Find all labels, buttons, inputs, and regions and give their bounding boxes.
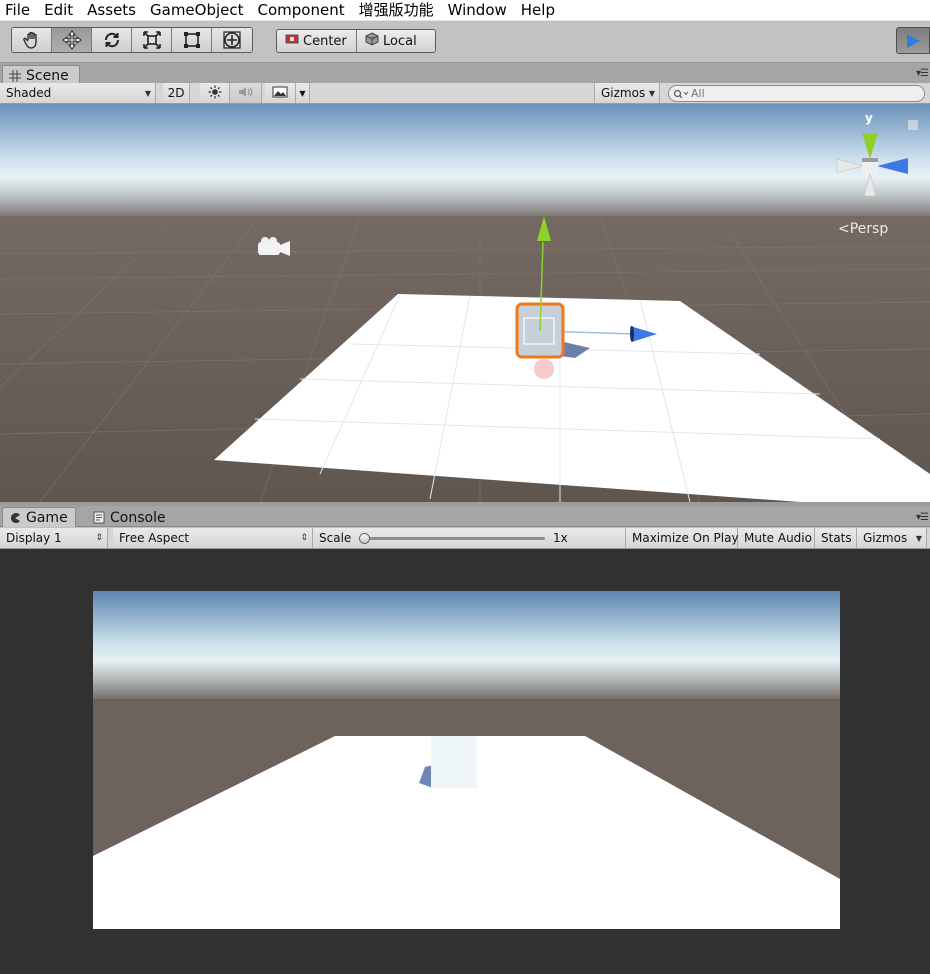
- menu-component[interactable]: Component: [251, 0, 352, 20]
- scene-sky: [0, 104, 930, 222]
- scene-tab-strip: Scene ▾☰: [0, 63, 930, 85]
- pacman-icon: [9, 512, 21, 524]
- play-icon: [907, 33, 920, 48]
- scale-value: 1x: [553, 531, 568, 545]
- image-effects-icon: [272, 86, 288, 101]
- menu-bar: File Edit Assets GameObject Component 增强…: [0, 0, 930, 21]
- pivot-center-label: Center: [303, 33, 347, 49]
- shading-mode-dropdown[interactable]: Shaded ▼: [0, 83, 156, 103]
- projection-toggle[interactable]: <Persp: [838, 221, 888, 237]
- scale-label: Scale: [319, 531, 352, 545]
- effects-dropdown[interactable]: ▼: [296, 83, 310, 103]
- display-value: Display 1: [6, 531, 62, 545]
- scale-icon: [142, 31, 161, 49]
- sun-icon: [208, 85, 222, 102]
- tab-console[interactable]: Console: [86, 507, 172, 527]
- grid-icon: [9, 69, 21, 82]
- projection-label: Persp: [849, 221, 889, 237]
- game-gizmos-label: Gizmos: [863, 531, 908, 545]
- play-button[interactable]: [896, 27, 930, 54]
- pivot-toggle-group: Center Local: [276, 29, 436, 53]
- pivot-local-button[interactable]: Local: [357, 30, 435, 52]
- scene-search-placeholder: All: [691, 87, 705, 100]
- stats-label: Stats: [821, 531, 852, 545]
- dropdown-arrow-icon: ▼: [299, 88, 306, 98]
- panel-menu-icon[interactable]: ▾☰: [916, 68, 929, 79]
- toggle-2d-label: 2D: [167, 86, 185, 100]
- mute-audio-label: Mute Audio: [744, 531, 812, 545]
- scene-canvas: [0, 104, 930, 502]
- dropdown-arrow-icon: ▼: [144, 88, 151, 98]
- persp-chevron-icon: <: [838, 221, 850, 237]
- lock-icon[interactable]: [908, 120, 918, 130]
- local-space-icon: [365, 32, 379, 50]
- scene-search-input[interactable]: All: [668, 85, 925, 102]
- menu-enhanced-features[interactable]: 增强版功能: [352, 0, 441, 20]
- stats-toggle[interactable]: Stats: [815, 528, 857, 548]
- tab-game-label: Game: [26, 509, 68, 526]
- scene-gizmos-label: Gizmos: [601, 86, 646, 100]
- toggle-2d-button[interactable]: 2D: [163, 83, 190, 103]
- game-tab-strip: Game Console ▾☰: [0, 506, 930, 527]
- aspect-value: Free Aspect: [119, 531, 190, 545]
- menu-file[interactable]: File: [0, 0, 37, 20]
- updown-arrow-icon: ⇕: [95, 533, 103, 543]
- rect-tool-button[interactable]: [172, 28, 212, 52]
- transform-tools-group: [11, 27, 253, 53]
- gizmo-x-axis-handle: [534, 359, 554, 379]
- mute-audio-toggle[interactable]: Mute Audio: [738, 528, 815, 548]
- maximize-on-play-label: Maximize On Play: [632, 531, 739, 545]
- game-canvas: [93, 591, 840, 929]
- scale-slider-thumb[interactable]: [359, 533, 370, 544]
- dropdown-arrow-icon: ▼: [648, 88, 655, 98]
- tab-console-label: Console: [110, 509, 166, 526]
- hand-tool-button[interactable]: [12, 28, 52, 52]
- shading-mode-value: Shaded: [6, 86, 52, 100]
- scale-tool-button[interactable]: [132, 28, 172, 52]
- panel-menu-icon[interactable]: ▾☰: [916, 512, 929, 523]
- scale-control: Scale 1x: [313, 528, 626, 548]
- transform-icon: [223, 31, 241, 49]
- game-control-bar: Display 1 ⇕ Free Aspect ⇕ Scale 1x Maxim…: [0, 528, 930, 549]
- menu-window[interactable]: Window: [441, 0, 514, 20]
- pivot-local-label: Local: [383, 33, 417, 49]
- center-pivot-icon: [285, 33, 299, 49]
- scene-audio-toggle[interactable]: [230, 83, 262, 103]
- game-gizmos-dropdown[interactable]: Gizmos ▼: [857, 528, 927, 548]
- tab-scene-label: Scene: [26, 67, 69, 84]
- move-arrows-icon: [61, 30, 82, 50]
- console-icon: [93, 511, 105, 524]
- scale-slider[interactable]: [359, 533, 545, 544]
- scene-gizmos-dropdown[interactable]: Gizmos ▼: [594, 83, 660, 103]
- speaker-icon: [238, 85, 254, 102]
- scene-viewport[interactable]: y <Persp: [0, 104, 930, 502]
- menu-edit[interactable]: Edit: [37, 0, 80, 20]
- search-icon: [673, 89, 689, 99]
- main-toolbar: Center Local: [0, 21, 930, 63]
- rotate-icon: [104, 32, 119, 48]
- scene-control-bar: Shaded ▼ 2D ▼ Gizmos ▼ All: [0, 83, 930, 104]
- move-tool-button[interactable]: [52, 28, 92, 52]
- updown-arrow-icon: ⇕: [300, 533, 308, 543]
- tab-scene[interactable]: Scene: [2, 65, 80, 85]
- transform-tool-button[interactable]: [212, 28, 252, 52]
- menu-help[interactable]: Help: [514, 0, 562, 20]
- aspect-dropdown[interactable]: Free Aspect ⇕: [113, 528, 313, 548]
- hand-icon: [22, 31, 37, 49]
- game-sky: [93, 591, 840, 703]
- tab-game[interactable]: Game: [2, 507, 76, 527]
- scene-lighting-toggle[interactable]: [200, 83, 230, 103]
- game-viewport[interactable]: [93, 591, 840, 929]
- menu-gameobject[interactable]: GameObject: [143, 0, 251, 20]
- menu-assets[interactable]: Assets: [80, 0, 143, 20]
- display-dropdown[interactable]: Display 1 ⇕: [0, 528, 108, 548]
- dropdown-arrow-icon: ▼: [915, 533, 922, 543]
- rect-icon: [183, 32, 200, 48]
- rotate-tool-button[interactable]: [92, 28, 132, 52]
- scene-effects-toggle[interactable]: [265, 83, 296, 103]
- pivot-center-button[interactable]: Center: [277, 30, 357, 52]
- game-cube: [431, 736, 477, 788]
- maximize-on-play-toggle[interactable]: Maximize On Play: [626, 528, 739, 548]
- gizmo-y-label: y: [865, 111, 873, 125]
